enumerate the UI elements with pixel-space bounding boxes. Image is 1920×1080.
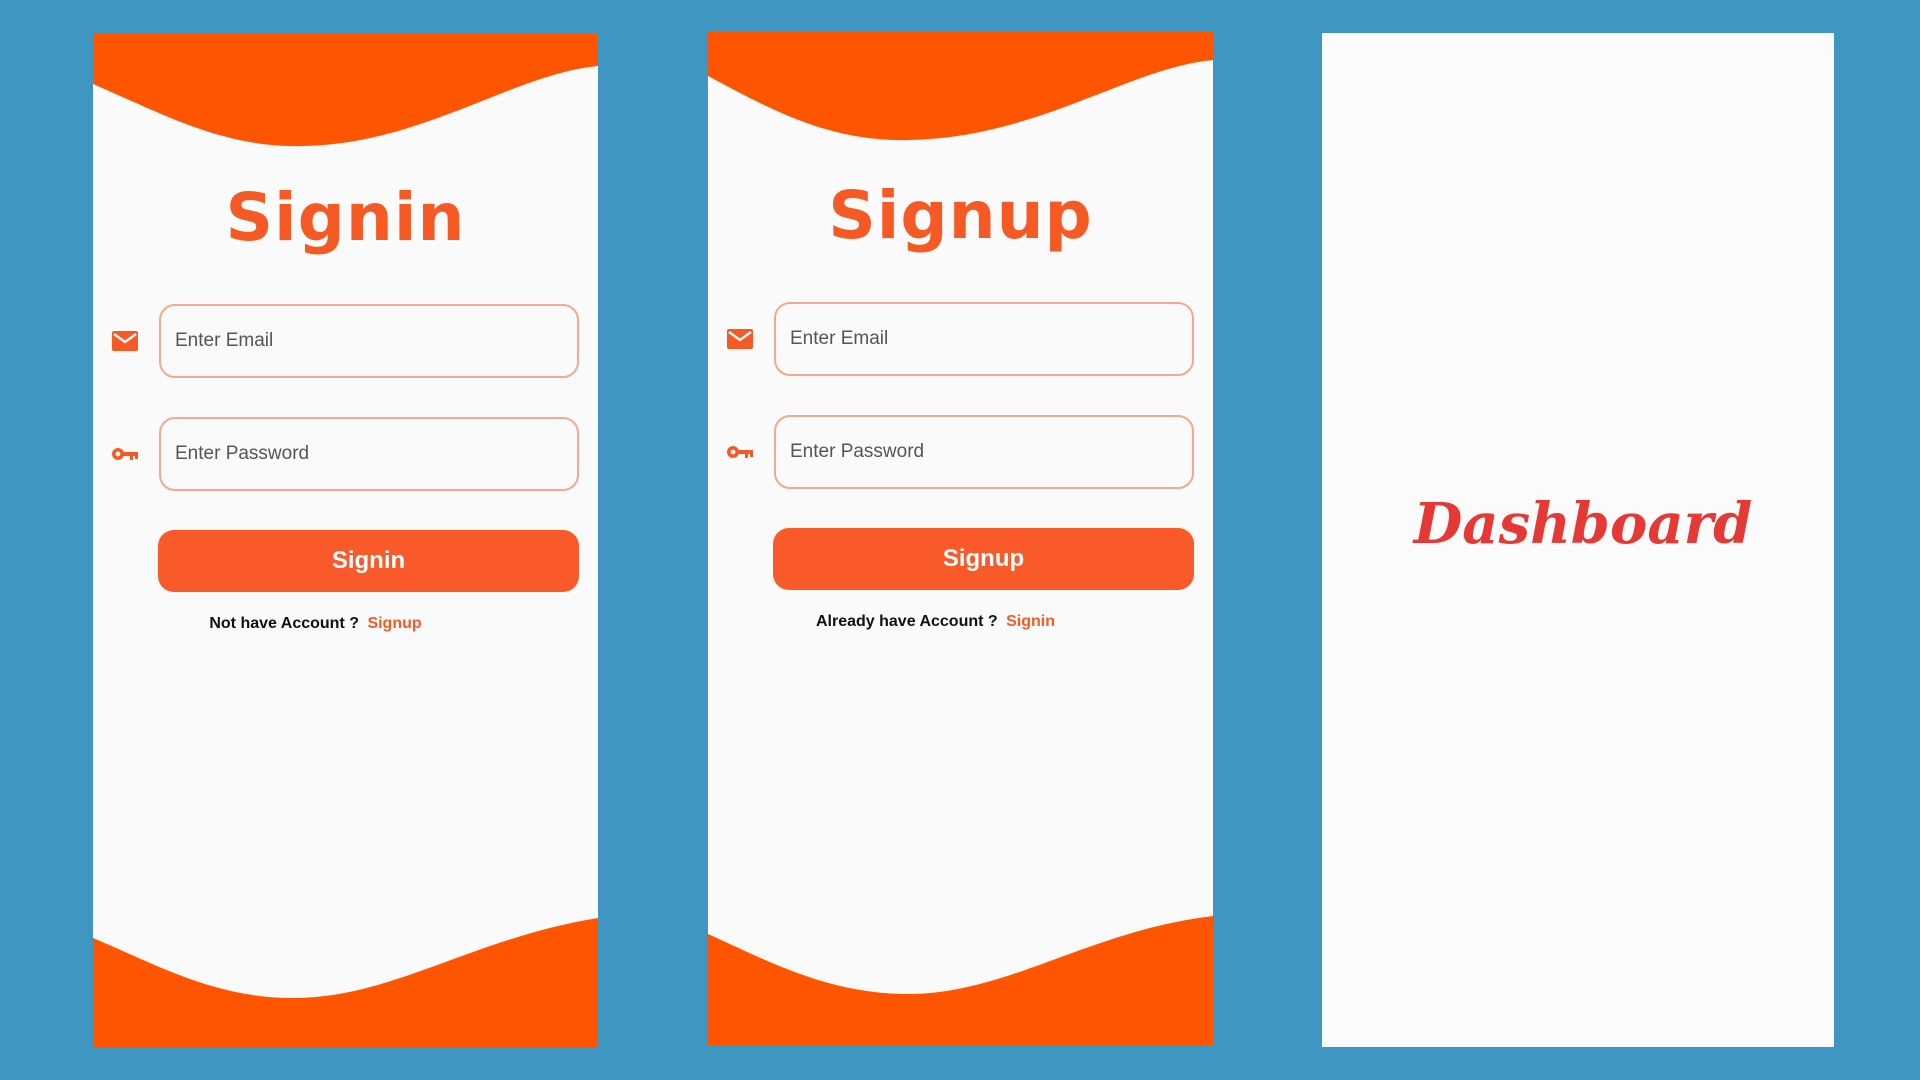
bottom-wave-decoration: [93, 918, 598, 1048]
key-icon: [111, 441, 139, 467]
signin-link[interactable]: Signin: [1006, 613, 1055, 630]
dashboard-screen: Dashboard: [1322, 33, 1834, 1047]
signup-screen: Signup Signup Already have Account ? Sig…: [708, 32, 1213, 1046]
password-input[interactable]: [774, 415, 1194, 489]
signup-prompt-text: Not have Account ?: [209, 615, 359, 632]
signup-link[interactable]: Signup: [367, 615, 421, 632]
email-input[interactable]: [774, 302, 1194, 376]
mail-icon: [111, 328, 139, 354]
password-field-row: [708, 415, 1213, 489]
password-field-row: [93, 417, 598, 491]
signin-button[interactable]: Signin: [158, 530, 579, 592]
bottom-wave-decoration: [708, 916, 1213, 1046]
signin-prompt: Already have Account ? Signin: [708, 613, 1213, 631]
signup-prompt: Not have Account ? Signup: [93, 615, 598, 633]
mail-icon: [726, 326, 754, 352]
signin-title: Signin: [225, 179, 466, 256]
key-icon: [726, 439, 754, 465]
password-input[interactable]: [159, 417, 579, 491]
signin-screen: Signin Signin Not have Account ? Signup: [93, 34, 598, 1048]
email-field-row: [93, 304, 598, 378]
email-field-row: [708, 302, 1213, 376]
dashboard-title: Dashboard: [1413, 491, 1753, 557]
email-input[interactable]: [159, 304, 579, 378]
signup-title: Signup: [828, 177, 1093, 254]
signup-button[interactable]: Signup: [773, 528, 1194, 590]
signin-prompt-text: Already have Account ?: [815, 613, 998, 630]
top-wave-decoration: [708, 32, 1213, 141]
top-wave-decoration: [93, 34, 598, 147]
